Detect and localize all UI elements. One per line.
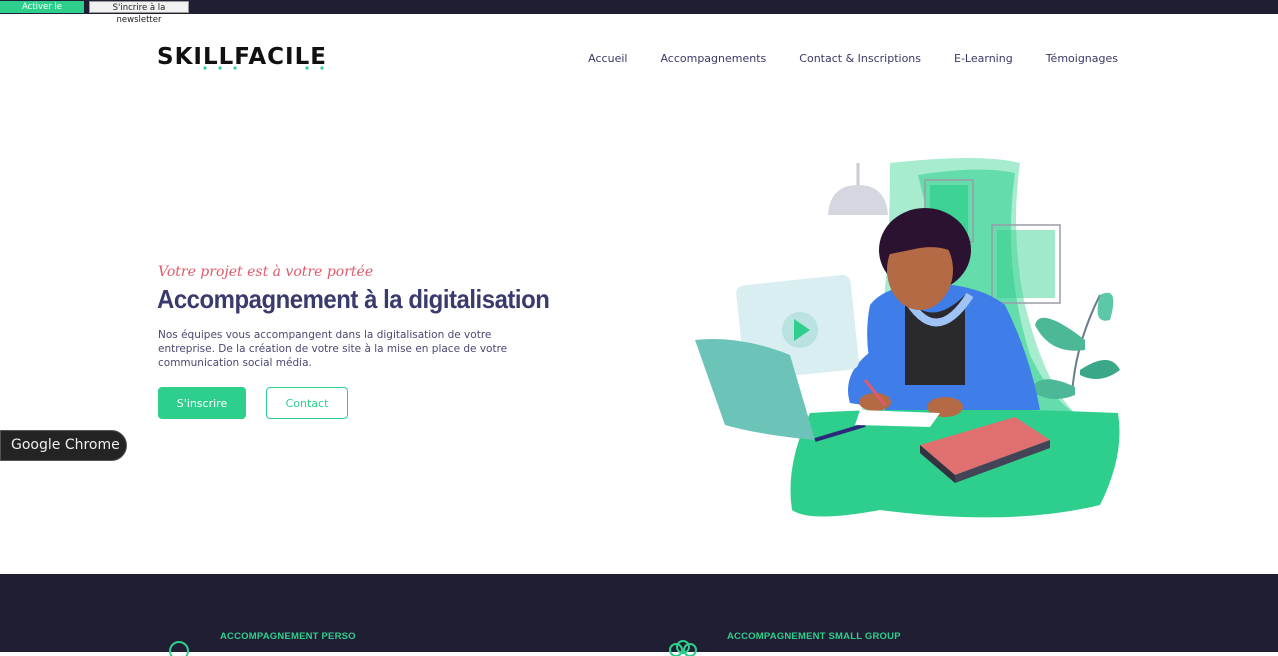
person-icon [169,641,189,656]
logo-dots-decoration [203,66,324,70]
newsletter-button[interactable]: S'incrire à la newsletter [89,1,189,25]
feature-title-perso: ACCOMPAGNEMENT PERSO [220,631,356,642]
utility-bar: Activer le darkmode S'incrire à la newsl… [0,0,1278,25]
hero-description: Nos équipes vous accompangent dans la di… [158,329,508,369]
chrome-label-tooltip: Google Chrome [0,430,127,461]
feature-title-small-group: ACCOMPAGNEMENT SMALL GROUP [727,631,901,642]
darkmode-toggle-button[interactable]: Activer le darkmode [0,1,84,24]
contact-button[interactable]: Contact [266,387,348,419]
hero-tagline: Votre projet est à votre portée [158,264,374,280]
nav-accompagnements[interactable]: Accompagnements [660,52,766,65]
nav-contact-inscriptions[interactable]: Contact & Inscriptions [799,52,921,65]
nav-temoignages[interactable]: Témoignages [1046,52,1118,65]
main-nav: Accueil Accompagnements Contact & Inscri… [588,52,1118,65]
signup-button[interactable]: S'inscrire [158,387,246,419]
nav-e-learning[interactable]: E-Learning [954,52,1013,65]
hero-title: Accompagnement à la digitalisation [157,284,550,314]
hero-illustration [695,158,1120,518]
group-icon [669,640,697,656]
nav-accueil[interactable]: Accueil [588,52,627,65]
